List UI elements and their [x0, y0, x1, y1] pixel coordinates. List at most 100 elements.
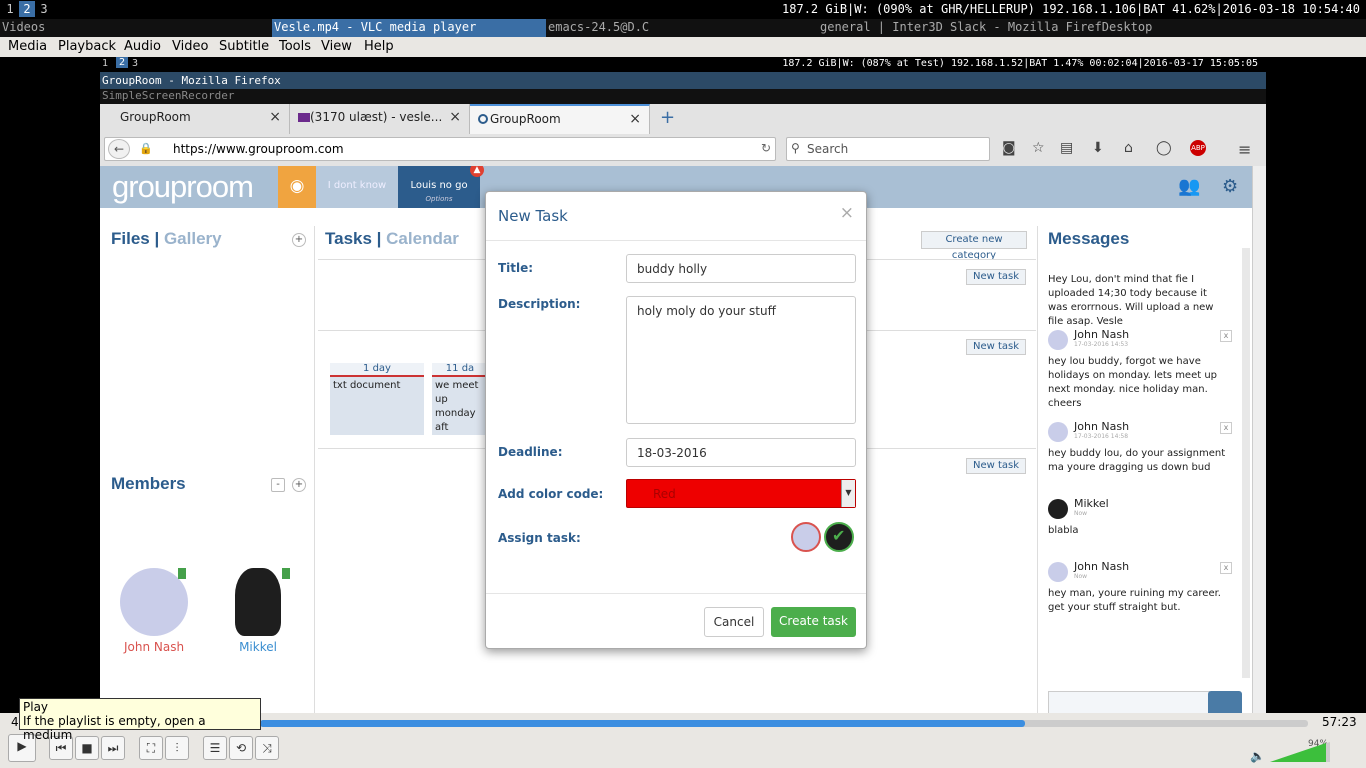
speaker-icon[interactable]: 🔈 [1250, 749, 1265, 763]
eye-icon[interactable]: ◉ [278, 166, 316, 208]
task-deadline: 11 da [432, 363, 488, 377]
add-user-icon[interactable]: 👥 [1178, 176, 1200, 197]
member-mikkel[interactable]: Mikkel [218, 568, 298, 654]
close-icon[interactable]: × [449, 109, 461, 125]
modal-title: New Task [498, 207, 568, 225]
member-john-nash[interactable]: John Nash [114, 568, 194, 654]
new-task-button[interactable]: New task [966, 269, 1026, 285]
create-task-button[interactable]: Create task [771, 607, 856, 637]
menu-audio[interactable]: Audio [124, 39, 161, 54]
files-title[interactable]: Files [111, 229, 150, 248]
menu-playback[interactable]: Playback [58, 39, 116, 54]
menu-view[interactable]: View [321, 39, 352, 54]
reload-icon[interactable]: ↻ [761, 141, 771, 155]
delete-message-button[interactable]: x [1220, 330, 1232, 342]
task-text: we meet up monday aft holidays [435, 380, 479, 433]
url-bar[interactable]: ← 🔒 https://www.grouproom.com ↻ [104, 137, 776, 161]
page-scrollbar[interactable] [1252, 166, 1266, 713]
task-card[interactable]: 1 day txt document [330, 363, 424, 435]
firefox-title-text: GroupRoom - Mozilla Firefox [102, 74, 281, 87]
workspace-2[interactable]: 2 [19, 1, 35, 17]
remove-member-button[interactable]: - [271, 478, 285, 492]
color-code-value: Red [653, 487, 676, 501]
delete-message-button[interactable]: x [1220, 562, 1232, 574]
message-date: Now [1074, 573, 1088, 580]
url-text[interactable]: https://www.grouproom.com [173, 142, 344, 156]
title-vlc-active[interactable]: Vesle.mp4 - VLC media player [272, 19, 546, 37]
close-icon[interactable]: × [269, 109, 281, 125]
firefox-chrome: GroupRoom × (3170 ulæst) - vesle... × Gr… [100, 104, 1266, 166]
close-icon[interactable]: × [840, 203, 854, 223]
message-author: John Nash [1074, 560, 1130, 573]
volume-slider[interactable] [1270, 742, 1330, 762]
check-icon: ✔ [832, 526, 846, 545]
message-input[interactable] [1048, 691, 1210, 713]
create-category-button[interactable]: Create new category [921, 231, 1027, 261]
search-input[interactable]: ⚲ Search [786, 137, 990, 161]
window-title-row: Videos Vesle.mp4 - VLC media player emac… [0, 19, 1366, 37]
reading-list-icon[interactable]: ▤ [1060, 140, 1073, 156]
seek-bar[interactable] [260, 720, 1308, 727]
tasks-title[interactable]: Tasks [325, 229, 372, 248]
assign-task-label: Assign task: [498, 531, 581, 545]
close-icon[interactable]: × [629, 111, 641, 127]
header-tab-label: I dont know [327, 180, 387, 191]
pocket-icon[interactable]: ◙ [1002, 140, 1016, 156]
title-emacs[interactable]: emacs-24.5@D.C [548, 20, 649, 34]
description-textarea[interactable]: holy moly do your stuff [626, 296, 856, 424]
adblock-icon[interactable]: ABP [1190, 140, 1206, 156]
chat-icon[interactable]: ◯ [1156, 140, 1172, 156]
menu-video[interactable]: Video [172, 39, 208, 54]
new-tab-button[interactable]: + [660, 107, 675, 128]
menu-help[interactable]: Help [364, 39, 394, 54]
grouproom-logo[interactable]: grouproom [112, 169, 254, 205]
workspace-1[interactable]: 1 [2, 1, 18, 17]
tab-label: GroupRoom [490, 112, 561, 126]
send-message-button[interactable]: ✉ [1208, 691, 1242, 713]
delete-message-button[interactable]: x [1220, 422, 1232, 434]
tab-grouproom-active[interactable]: GroupRoom × [470, 104, 650, 134]
menu-media[interactable]: Media [8, 39, 47, 54]
files-gallery-title: Files | Gallery [111, 229, 222, 248]
color-code-select[interactable]: Red ▼ [626, 479, 856, 508]
volume-fill [1270, 743, 1326, 762]
calendar-title[interactable]: Calendar [386, 229, 459, 248]
assign-mikkel[interactable]: ✔ [824, 522, 854, 552]
tab-grouproom-1[interactable]: GroupRoom × [100, 104, 290, 134]
menu-subtitle[interactable]: Subtitle [219, 39, 269, 54]
title-input[interactable]: buddy holly [626, 254, 856, 283]
messages-scrollbar[interactable] [1242, 248, 1250, 678]
tab-mail[interactable]: (3170 ulæst) - vesle... × [290, 104, 470, 134]
hamburger-menu-icon[interactable]: ≡ [1238, 140, 1251, 159]
assign-john-nash[interactable] [791, 522, 821, 552]
cancel-button[interactable]: Cancel [704, 607, 764, 637]
member-name: Mikkel [239, 640, 277, 654]
home-icon[interactable]: ⌂ [1124, 140, 1133, 156]
chevron-down-icon: ▼ [841, 480, 855, 507]
deadline-label: Deadline: [498, 445, 563, 459]
gear-icon[interactable]: ⚙ [1222, 176, 1238, 197]
workspace-3[interactable]: 3 [36, 1, 52, 17]
header-tab-louis[interactable]: Louis no go Options [398, 166, 480, 208]
title-videos[interactable]: Videos [2, 20, 45, 34]
tooltip-text: If the playlist is empty, open a medium [23, 714, 206, 742]
new-task-button[interactable]: New task [966, 458, 1026, 474]
header-tab-idk[interactable]: I dont know [316, 166, 398, 208]
download-icon[interactable]: ⬇ [1092, 140, 1104, 156]
avatar [235, 568, 281, 636]
divider [314, 226, 315, 713]
deadline-input[interactable]: 18-03-2016 [626, 438, 856, 467]
task-card[interactable]: 11 da we meet up monday aft holidays [432, 363, 488, 435]
gallery-title[interactable]: Gallery [164, 229, 222, 248]
tooltip-title: Play [23, 700, 49, 714]
back-icon[interactable]: ← [108, 139, 130, 159]
add-file-button[interactable]: + [292, 233, 306, 247]
members-title: Members [111, 474, 186, 493]
menu-tools[interactable]: Tools [279, 39, 311, 54]
add-member-button[interactable]: + [292, 478, 306, 492]
title-slack[interactable]: general | Inter3D Slack - Mozilla FirefD… [820, 20, 1152, 34]
bookmark-star-icon[interactable]: ☆ [1032, 140, 1045, 156]
shuffle-icon[interactable]: ⤨ [255, 736, 279, 760]
new-task-button[interactable]: New task [966, 339, 1026, 355]
options-label[interactable]: Options [398, 195, 480, 203]
